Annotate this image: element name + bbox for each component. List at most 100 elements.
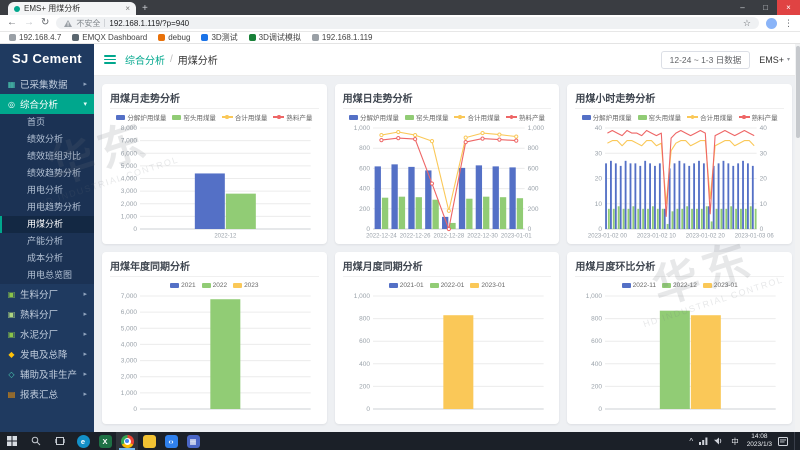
- bookmark-item[interactable]: 3D调试模拟: [249, 32, 301, 43]
- bookmark-favicon-icon: [249, 34, 256, 41]
- menu-toggle-icon[interactable]: [104, 55, 116, 64]
- chrome-icon[interactable]: [116, 432, 138, 450]
- date-range-picker[interactable]: 12-24 ~ 1-3 日数据: [661, 51, 751, 69]
- window-minimize-button[interactable]: –: [731, 0, 754, 15]
- legend-label: 分解炉用煤量: [127, 112, 166, 122]
- reload-icon[interactable]: ↻: [41, 18, 49, 28]
- file-explorer-icon[interactable]: [138, 432, 160, 450]
- bookmark-star-icon[interactable]: ☆: [743, 18, 751, 29]
- legend-item[interactable]: 2021-01: [389, 282, 424, 289]
- app-window-icon[interactable]: ▦: [182, 432, 204, 450]
- sidebar-subitem[interactable]: 用煤分析: [0, 216, 94, 233]
- show-desktop-button[interactable]: [794, 432, 798, 450]
- bookmark-item[interactable]: EMQX Dashboard: [72, 33, 147, 42]
- window-maximize-button[interactable]: □: [754, 0, 777, 15]
- edge-icon[interactable]: e: [72, 432, 94, 450]
- sidebar-subitem[interactable]: 首页: [0, 114, 94, 131]
- legend-item[interactable]: 2022-11: [622, 282, 656, 289]
- legend-item[interactable]: 2021: [170, 282, 195, 289]
- vscode-icon[interactable]: ‹›: [160, 432, 182, 450]
- analysis-icon: ◎: [7, 100, 16, 109]
- legend-marker-icon: [202, 283, 211, 288]
- legend-item[interactable]: 窑头用煤量: [405, 112, 449, 122]
- bookmark-label: 192.168.4.7: [19, 33, 61, 42]
- legend-item[interactable]: 熟料产量: [273, 112, 312, 122]
- sidebar-item[interactable]: ◇辅助及非生产▸: [0, 364, 94, 384]
- chevron-icon: ▸: [83, 370, 87, 378]
- sidebar-item[interactable]: ▣水泥分厂▸: [0, 324, 94, 344]
- sidebar-item[interactable]: ▣熟料分厂▸: [0, 304, 94, 324]
- legend-item[interactable]: 2023-01: [703, 282, 738, 289]
- window-close-button[interactable]: ×: [777, 0, 800, 15]
- tab-close-icon[interactable]: ×: [125, 4, 130, 13]
- sidebar-item[interactable]: ▤报表汇总▸: [0, 384, 94, 404]
- profile-avatar[interactable]: [766, 18, 777, 29]
- browser-tab[interactable]: EMS+ 用煤分析 ×: [8, 2, 136, 15]
- breadcrumb: 综合分析 / 用煤分析: [125, 52, 218, 67]
- legend-item[interactable]: 2022-01: [430, 282, 465, 289]
- taskbar-clock[interactable]: 14:08 2023/1/3: [747, 433, 772, 449]
- legend-item[interactable]: 窑头用煤量: [172, 112, 216, 122]
- address-bar[interactable]: 不安全 192.168.1.119/?p=940 ☆: [56, 17, 759, 29]
- scrollbar-thumb[interactable]: [796, 46, 800, 138]
- legend-item[interactable]: 2022-12: [662, 282, 697, 289]
- svg-text:2023-01-02 10: 2023-01-02 10: [637, 234, 677, 240]
- svg-text:0: 0: [760, 226, 764, 233]
- svg-text:0: 0: [599, 226, 603, 233]
- svg-text:4,000: 4,000: [121, 176, 138, 183]
- legend-item[interactable]: 合计用煤量: [454, 112, 500, 122]
- legend-item[interactable]: 熟料产量: [506, 112, 545, 122]
- tray-expand-icon[interactable]: ^: [689, 437, 693, 446]
- legend-marker-icon: [454, 115, 465, 120]
- excel-icon[interactable]: X: [94, 432, 116, 450]
- sidebar-subitem[interactable]: 成本分析: [0, 250, 94, 267]
- legend-item[interactable]: 分解炉用煤量: [349, 112, 399, 122]
- back-icon[interactable]: ←: [7, 18, 17, 28]
- sidebar-item[interactable]: ◆发电及总降▸: [0, 344, 94, 364]
- legend-item[interactable]: 分解炉用煤量: [116, 112, 166, 122]
- legend-item[interactable]: 合计用煤量: [222, 112, 268, 122]
- notification-icon[interactable]: [778, 437, 788, 446]
- sidebar-subitem[interactable]: 用电趋势分析: [0, 199, 94, 216]
- sidebar-subitem[interactable]: 绩效班组对比: [0, 148, 94, 165]
- chevron-down-icon: ▾: [787, 56, 790, 63]
- legend-item[interactable]: 熟料产量: [739, 112, 778, 122]
- forward-icon[interactable]: →: [24, 18, 34, 28]
- sidebar-item[interactable]: ◎综合分析▾: [0, 94, 94, 114]
- legend-item[interactable]: 2022: [202, 282, 227, 289]
- svg-text:40: 40: [595, 125, 603, 132]
- clinker-icon: ▣: [7, 310, 16, 319]
- legend-marker-icon: [662, 283, 671, 288]
- bookmark-item[interactable]: debug: [158, 33, 190, 42]
- bookmarks-bar: 192.168.4.7 EMQX Dashboard debug 3D测试 3D调试模拟…: [0, 32, 800, 44]
- legend-item[interactable]: 2023: [233, 282, 258, 289]
- breadcrumb-section[interactable]: 综合分析: [125, 52, 165, 67]
- legend-item[interactable]: 窑头用煤量: [638, 112, 682, 122]
- legend-item[interactable]: 合计用煤量: [687, 112, 733, 122]
- sidebar-item[interactable]: ▣生料分厂▸: [0, 284, 94, 304]
- bookmark-item[interactable]: 192.168.1.119: [312, 33, 373, 42]
- sidebar-subitem[interactable]: 用电总览图: [0, 267, 94, 284]
- network-icon[interactable]: [699, 437, 708, 445]
- language-indicator[interactable]: 中: [729, 435, 741, 448]
- sidebar-subitem[interactable]: 绩效趋势分析: [0, 165, 94, 182]
- bookmark-item[interactable]: 192.168.4.7: [9, 33, 61, 42]
- new-tab-button[interactable]: +: [142, 3, 148, 14]
- sidebar-subitem[interactable]: 绩效分析: [0, 131, 94, 148]
- user-menu[interactable]: EMS+ ▾: [759, 55, 790, 65]
- legend-item[interactable]: 2023-01: [470, 282, 505, 289]
- sidebar-item[interactable]: ▦已采集数据▸: [0, 74, 94, 94]
- task-view-icon[interactable]: [48, 432, 72, 450]
- svg-text:1,000: 1,000: [527, 125, 544, 132]
- start-button[interactable]: [0, 432, 24, 450]
- svg-text:3,000: 3,000: [121, 188, 138, 195]
- browser-menu-icon[interactable]: ⋮: [784, 18, 793, 29]
- search-icon[interactable]: [24, 432, 48, 450]
- volume-icon[interactable]: [714, 437, 723, 445]
- legend-marker-icon: [222, 115, 233, 120]
- sidebar-subitem[interactable]: 用电分析: [0, 182, 94, 199]
- sidebar-subitem[interactable]: 产能分析: [0, 233, 94, 250]
- legend-item[interactable]: 分解炉用煤量: [582, 112, 632, 122]
- bookmark-item[interactable]: 3D测试: [201, 32, 237, 43]
- chart-legend: 分解炉用煤量窑头用煤量合计用煤量熟料产量: [343, 111, 552, 123]
